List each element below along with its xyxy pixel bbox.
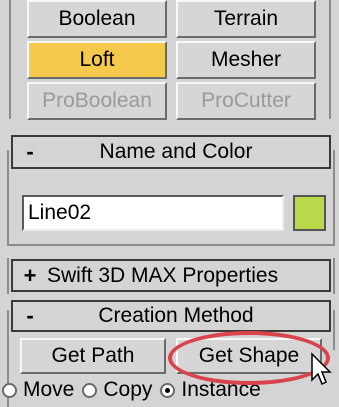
- get-path-button[interactable]: Get Path: [20, 338, 166, 374]
- radio-move[interactable]: Move: [2, 378, 74, 402]
- collapse-icon: -: [26, 303, 34, 328]
- mesher-button-label: Mesher: [210, 48, 282, 71]
- terrain-button-label: Terrain: [213, 7, 279, 30]
- creation-frame-right: [333, 310, 335, 350]
- rollout-title: Swift 3D MAX Properties: [47, 263, 279, 287]
- mesher-button[interactable]: Mesher: [176, 41, 316, 79]
- panel-left-border: [9, 0, 11, 119]
- object-name-field[interactable]: Line02: [22, 195, 284, 231]
- name-color-frame-bottom: [7, 244, 335, 246]
- get-shape-label: Get Shape: [198, 344, 300, 367]
- get-path-label: Get Path: [51, 344, 135, 367]
- swift-3d-rollout-header[interactable]: + Swift 3D MAX Properties: [11, 259, 331, 292]
- collapse-icon: -: [26, 139, 34, 164]
- object-color-swatch[interactable]: [293, 195, 326, 231]
- boolean-button[interactable]: Boolean: [27, 0, 167, 38]
- radio-label: Instance: [181, 378, 261, 401]
- name-and-color-rollout-header[interactable]: - Name and Color: [11, 135, 331, 169]
- swift-frame-right: [333, 258, 335, 294]
- terrain-button[interactable]: Terrain: [176, 0, 316, 38]
- procutter-button-label: ProCutter: [201, 89, 291, 112]
- rollout-title: Name and Color: [99, 140, 253, 163]
- swift-frame-left: [7, 258, 9, 294]
- name-color-frame-left: [7, 150, 9, 246]
- object-name-value: Line02: [28, 201, 92, 224]
- radio-label: Move: [23, 378, 75, 401]
- creation-method-rollout-header[interactable]: - Creation Method: [11, 300, 331, 332]
- rollout-title: Creation Method: [98, 304, 254, 327]
- radio-label: Copy: [103, 378, 153, 401]
- boolean-button-label: Boolean: [58, 7, 136, 30]
- name-color-frame-right: [333, 150, 335, 246]
- procutter-button[interactable]: ProCutter: [176, 82, 316, 120]
- command-panel: Boolean Terrain Loft Mesher ProBoolean P…: [0, 0, 339, 407]
- radio-instance[interactable]: Instance: [160, 378, 261, 402]
- radio-copy[interactable]: Copy: [82, 378, 152, 402]
- loft-button-label: Loft: [79, 48, 115, 71]
- mouse-pointer-icon: [311, 352, 332, 386]
- radio-button-selected-icon: [160, 382, 176, 398]
- expand-icon: +: [23, 262, 37, 288]
- proboolean-button[interactable]: ProBoolean: [27, 82, 167, 120]
- radio-button-icon: [82, 382, 98, 398]
- radio-button-icon: [2, 382, 17, 398]
- proboolean-button-label: ProBoolean: [42, 89, 152, 112]
- copy-mode-radio-group: Move Copy Instance: [0, 373, 339, 407]
- loft-button[interactable]: Loft: [27, 41, 167, 79]
- get-shape-button[interactable]: Get Shape: [176, 338, 322, 374]
- panel-right-border: [329, 0, 331, 119]
